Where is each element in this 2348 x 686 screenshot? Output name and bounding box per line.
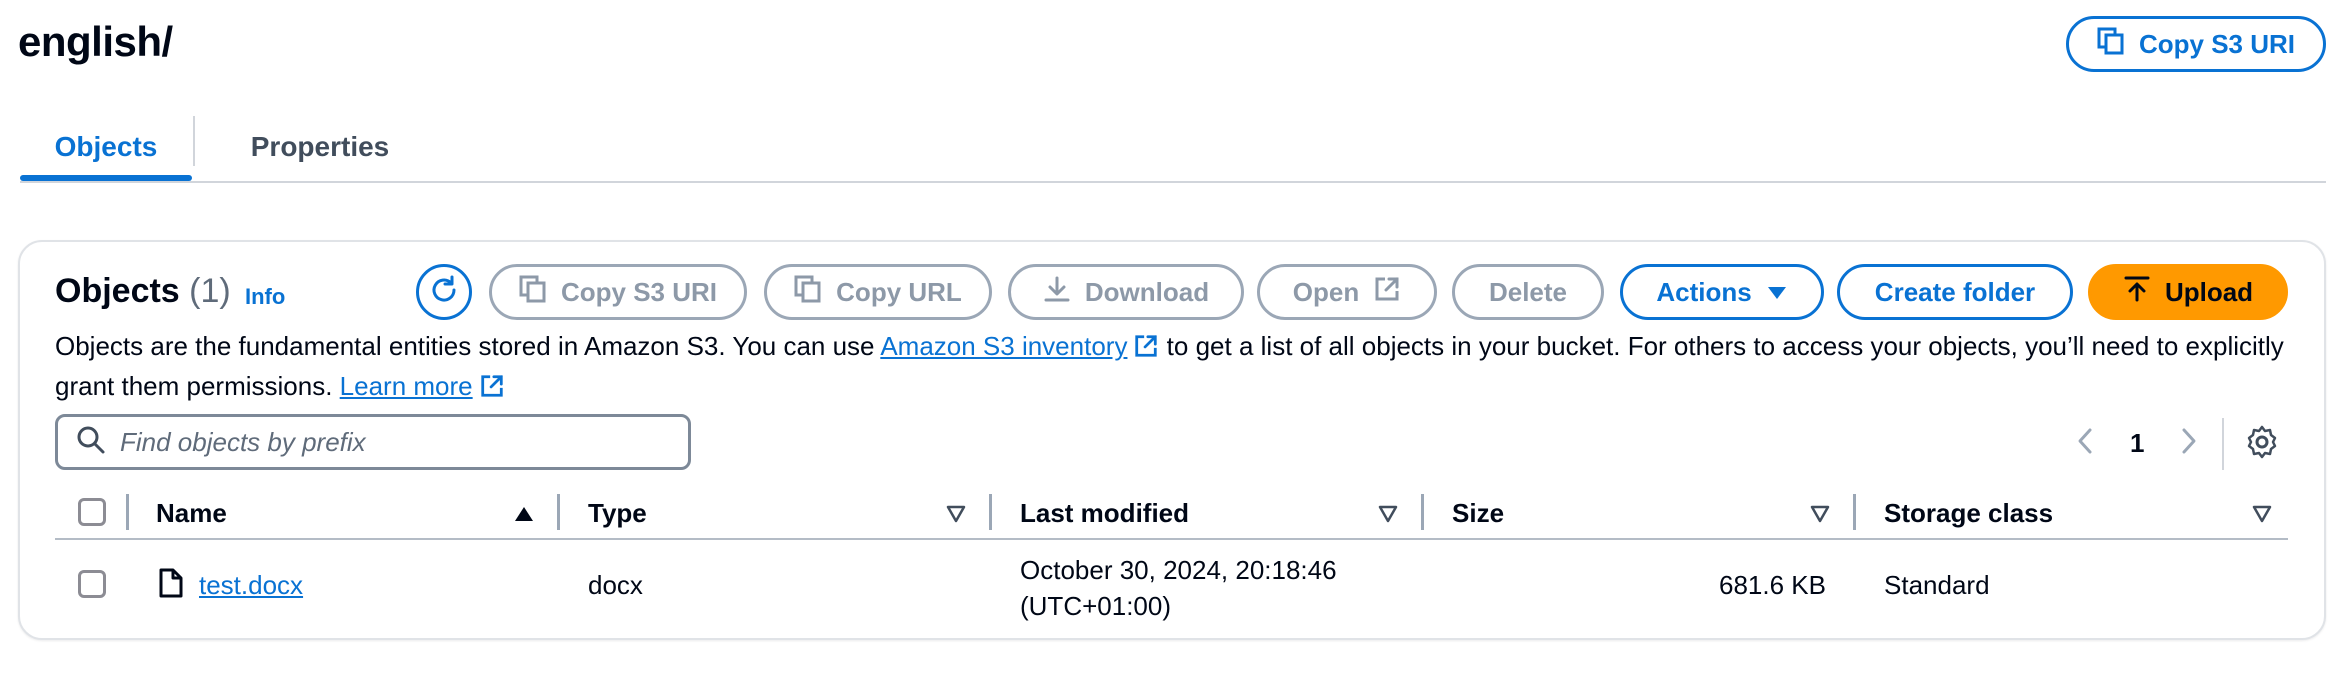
objects-heading: Objects (1) (55, 272, 231, 311)
copy-s3-uri-toolbar-label: Copy S3 URI (560, 276, 718, 307)
column-header-storage-class[interactable]: Storage class (1884, 498, 2053, 529)
column-header-size[interactable]: Size (1452, 498, 1504, 529)
pagination-divider (2222, 418, 2224, 470)
gear-icon[interactable] (2244, 424, 2280, 465)
sort-icon[interactable] (946, 505, 966, 528)
column-divider[interactable] (1853, 494, 1856, 530)
upload-icon (2123, 275, 2151, 310)
download-label: Download (1084, 276, 1210, 307)
create-folder-label: Create folder (1874, 276, 2036, 307)
upload-button[interactable]: Upload (2088, 264, 2288, 320)
copy-s3-uri-button[interactable]: Copy S3 URI (2066, 16, 2326, 72)
external-link-icon (1133, 332, 1159, 368)
tab-bar: Objects Properties (20, 112, 440, 182)
search-box[interactable] (55, 414, 691, 470)
copy-url-button[interactable]: Copy URL (764, 264, 992, 320)
refresh-button[interactable] (416, 264, 472, 320)
learn-more-link[interactable]: Learn more (340, 371, 473, 401)
tab-baseline (20, 181, 2326, 183)
actions-label: Actions (1656, 276, 1752, 307)
page-number[interactable]: 1 (2130, 428, 2144, 459)
row-checkbox[interactable] (78, 570, 106, 598)
object-name-link[interactable]: test.docx (199, 570, 303, 601)
info-link[interactable]: Info (245, 284, 285, 310)
open-label: Open (1292, 276, 1360, 307)
upload-label: Upload (2164, 276, 2254, 307)
sort-icon[interactable] (1378, 505, 1398, 528)
open-button[interactable]: Open (1257, 264, 1437, 320)
s3-inventory-link[interactable]: Amazon S3 inventory (880, 331, 1127, 361)
copy-s3-uri-toolbar-button[interactable]: Copy S3 URI (489, 264, 747, 320)
tab-divider (193, 116, 195, 166)
table-header-divider (55, 538, 2288, 540)
objects-heading-title: Objects (55, 272, 180, 310)
column-header-type[interactable]: Type (588, 498, 647, 529)
last-modified-timezone: (UTC+01:00) (1020, 591, 1171, 621)
actions-dropdown[interactable]: Actions (1620, 264, 1824, 320)
column-divider[interactable] (557, 494, 560, 530)
description-text-1: Objects are the fundamental entities sto… (55, 331, 881, 361)
previous-page-button[interactable] (2074, 426, 2096, 461)
tab-objects[interactable]: Objects (20, 112, 192, 182)
column-divider[interactable] (989, 494, 992, 530)
column-header-name[interactable]: Name (156, 498, 227, 529)
download-icon (1043, 275, 1071, 310)
download-button[interactable]: Download (1008, 264, 1244, 320)
column-header-last-modified[interactable]: Last modified (1020, 498, 1189, 529)
search-icon (76, 425, 106, 460)
column-divider[interactable] (1421, 494, 1424, 530)
delete-label: Delete (1488, 276, 1568, 307)
page-title: english/ (18, 18, 173, 65)
select-all-checkbox[interactable] (78, 498, 106, 526)
external-link-icon (1373, 275, 1401, 310)
object-type: docx (588, 570, 643, 600)
object-last-modified: October 30, 2024, 20:18:46 (UTC+01:00) (1020, 552, 1337, 624)
object-size: 681.6 KB (1719, 570, 1826, 600)
sort-icon[interactable] (1810, 505, 1830, 528)
copy-icon (2097, 27, 2125, 62)
sort-ascending-icon[interactable] (514, 506, 534, 527)
create-folder-button[interactable]: Create folder (1837, 264, 2073, 320)
column-divider (126, 494, 129, 530)
last-modified-date: October 30, 2024, 20:18:46 (1020, 555, 1337, 585)
copy-s3-uri-label: Copy S3 URI (2138, 28, 2296, 59)
refresh-icon (428, 274, 460, 311)
external-link-icon (479, 372, 505, 408)
copy-icon (794, 275, 822, 310)
object-storage-class: Standard (1884, 570, 1990, 600)
objects-description: Objects are the fundamental entities sto… (55, 328, 2295, 408)
delete-button[interactable]: Delete (1452, 264, 1604, 320)
sort-icon[interactable] (2252, 505, 2272, 528)
file-icon (158, 568, 184, 603)
objects-count: (1) (189, 272, 231, 310)
copy-icon (519, 275, 547, 310)
next-page-button[interactable] (2178, 426, 2200, 461)
tab-properties[interactable]: Properties (214, 112, 426, 182)
copy-url-label: Copy URL (836, 276, 962, 307)
search-input[interactable] (120, 426, 660, 458)
caret-down-icon (1766, 277, 1788, 308)
